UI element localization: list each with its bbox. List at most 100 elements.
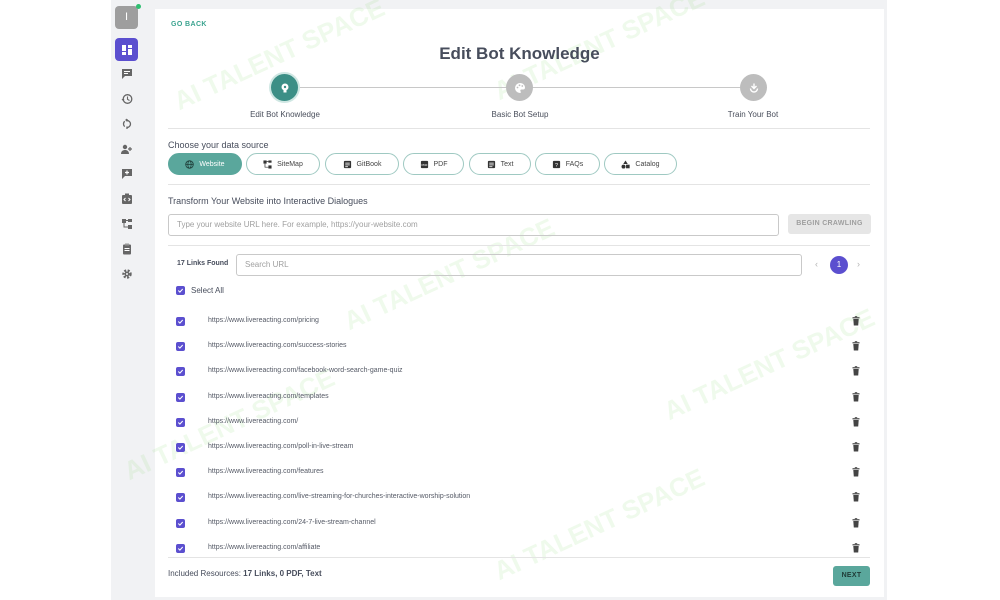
- link-checkbox[interactable]: [176, 417, 185, 427]
- link-checkbox[interactable]: [176, 468, 185, 478]
- link-url: https://www.livereacting.com/facebook-wo…: [208, 367, 403, 375]
- chip-faqs[interactable]: ? FAQs: [535, 153, 600, 175]
- book-icon: [343, 160, 351, 168]
- faq-icon: ?: [552, 160, 560, 168]
- sync-icon[interactable]: [115, 112, 138, 135]
- gear-icon[interactable]: [115, 262, 138, 285]
- link-row: https://www.livereacting.com/live-stream…: [168, 485, 870, 510]
- trash-icon[interactable]: [852, 416, 860, 427]
- code-icon[interactable]: [115, 187, 138, 210]
- begin-crawling-button[interactable]: BEGIN CRAWLING: [788, 214, 871, 234]
- avatar[interactable]: I: [115, 6, 138, 29]
- trash-icon[interactable]: [852, 341, 860, 351]
- website-heading: Transform Your Website into Interactive …: [168, 196, 368, 206]
- chip-pdf[interactable]: PDF PDF: [403, 153, 464, 175]
- sitemap-icon: [263, 159, 272, 169]
- check-icon: [177, 420, 184, 425]
- stepper-connector: [532, 87, 740, 88]
- links-found-count: 17 Links Found: [177, 260, 229, 267]
- link-checkbox[interactable]: [176, 443, 185, 452]
- divider: [168, 184, 870, 185]
- link-checkbox[interactable]: [176, 392, 185, 402]
- trash-icon[interactable]: [852, 467, 860, 477]
- next-button[interactable]: NEXT: [833, 566, 870, 586]
- link-checkbox[interactable]: [176, 342, 185, 352]
- trash-icon[interactable]: [852, 391, 860, 402]
- check-icon: [177, 395, 184, 400]
- trash-icon[interactable]: [852, 366, 860, 376]
- included-resources: Included Resources: 17 Links, 0 PDF, Tex…: [168, 569, 322, 578]
- divider: [168, 245, 870, 246]
- link-row: https://www.livereacting.com/pricing: [168, 309, 870, 334]
- chat-icon[interactable]: [115, 62, 138, 85]
- step-basic-setup-icon[interactable]: [506, 74, 533, 101]
- chip-label: Website: [199, 160, 225, 168]
- users-icon[interactable]: [115, 137, 138, 160]
- chip-label: FAQs: [565, 160, 584, 168]
- chip-catalog[interactable]: Catalog: [604, 153, 677, 175]
- step-label: Basic Bot Setup: [491, 110, 549, 119]
- add-comment-icon[interactable]: [115, 162, 138, 185]
- chip-label: Text: [500, 160, 514, 168]
- link-row: https://www.livereacting.com/templates: [168, 385, 870, 410]
- trash-icon[interactable]: [852, 542, 860, 553]
- svg-text:PDF: PDF: [421, 162, 427, 166]
- trash-icon[interactable]: [852, 492, 860, 502]
- shapes-icon: [621, 159, 631, 169]
- sidebar: I: [111, 0, 143, 600]
- app-shell: I AI TALENT SPACE AI TALENT SPACE AI TAL…: [111, 0, 887, 600]
- link-url: https://www.livereacting.com/templates: [208, 392, 329, 400]
- prev-page-button[interactable]: ‹: [815, 259, 818, 269]
- step-train-bot-icon[interactable]: [740, 74, 767, 101]
- check-icon: [177, 445, 184, 450]
- website-url-input[interactable]: Type your website URL here. For example,…: [168, 214, 779, 236]
- check-icon: [177, 496, 184, 501]
- link-url: https://www.livereacting.com/live-stream…: [208, 493, 471, 501]
- divider: [168, 557, 870, 558]
- go-back-link[interactable]: GO BACK: [171, 21, 207, 28]
- divider: [168, 128, 870, 129]
- pdf-icon: PDF: [420, 160, 428, 168]
- check-icon: [177, 370, 184, 375]
- search-url-input[interactable]: Search URL: [236, 254, 802, 276]
- link-url: https://www.livereacting.com/24-7-live-s…: [208, 518, 376, 526]
- link-checkbox[interactable]: [176, 367, 185, 377]
- link-url: https://www.livereacting.com/affiliate: [208, 543, 321, 551]
- link-checkbox[interactable]: [176, 543, 185, 553]
- link-checkbox[interactable]: [176, 493, 185, 503]
- select-all-label: Select All: [191, 286, 224, 295]
- trash-icon[interactable]: [852, 316, 860, 326]
- chip-label: Catalog: [635, 160, 660, 168]
- online-status-dot: [136, 4, 141, 9]
- history-icon[interactable]: [115, 87, 138, 110]
- clipboard-icon[interactable]: [115, 237, 138, 260]
- page-number-button[interactable]: 1: [830, 256, 848, 274]
- link-url: https://www.livereacting.com/: [208, 417, 299, 425]
- page-title: Edit Bot Knowledge: [439, 44, 600, 63]
- included-resources-value: 17 Links, 0 PDF, Text: [243, 569, 322, 578]
- check-icon: [177, 319, 184, 324]
- chip-sitemap[interactable]: SiteMap: [246, 153, 320, 175]
- dashboard-icon[interactable]: [115, 38, 138, 61]
- trash-icon[interactable]: [852, 442, 860, 452]
- included-resources-label: Included Resources:: [168, 569, 241, 578]
- link-url: https://www.livereacting.com/success-sto…: [208, 342, 347, 350]
- chip-text[interactable]: Text: [469, 153, 531, 175]
- chip-gitbook[interactable]: GitBook: [325, 153, 399, 175]
- sitemap-icon[interactable]: [115, 212, 138, 235]
- link-row: https://www.livereacting.com/features: [168, 460, 870, 485]
- link-row: https://www.livereacting.com/facebook-wo…: [168, 359, 870, 384]
- link-checkbox[interactable]: [176, 518, 185, 528]
- link-url: https://www.livereacting.com/features: [208, 468, 324, 476]
- link-checkbox[interactable]: [176, 317, 185, 326]
- next-page-button[interactable]: ›: [857, 259, 860, 269]
- data-source-label: Choose your data source: [168, 140, 269, 150]
- main-card: AI TALENT SPACE AI TALENT SPACE AI TALEN…: [119, 0, 884, 597]
- trash-icon[interactable]: [852, 517, 860, 528]
- globe-icon: [185, 159, 195, 169]
- step-edit-knowledge-icon[interactable]: [271, 74, 298, 101]
- chip-website[interactable]: Website: [168, 153, 242, 175]
- check-icon: [177, 546, 184, 551]
- select-all-checkbox[interactable]: [176, 286, 185, 295]
- check-icon: [177, 521, 184, 526]
